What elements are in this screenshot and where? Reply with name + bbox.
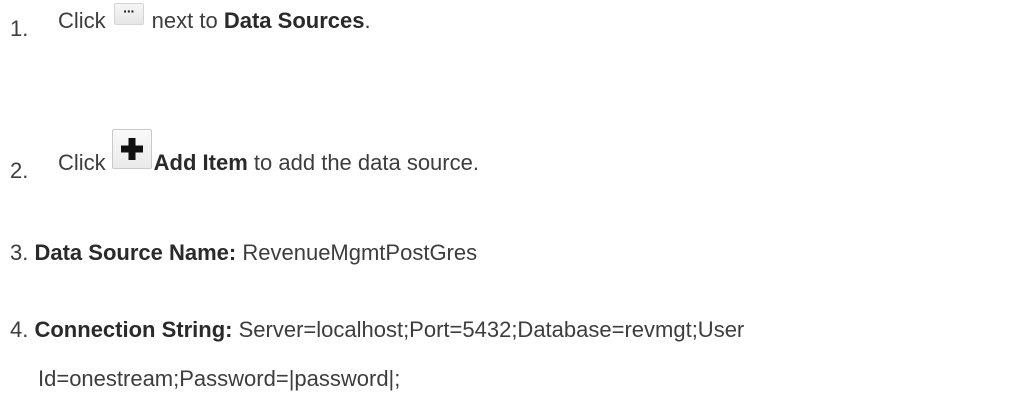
step-text: Click Add Item to add the data source.: [58, 129, 479, 190]
add-item-button[interactable]: [111, 129, 152, 169]
step-number: 4.: [10, 317, 29, 342]
ellipsis-button[interactable]: ···: [113, 3, 144, 25]
step-middle: next to: [151, 8, 218, 33]
step-text: Click ··· next to Data Sources.: [58, 3, 371, 34]
data-sources-label: Data Sources: [223, 8, 365, 33]
step-number: 1.: [10, 16, 29, 41]
step-number: 3.: [10, 240, 29, 265]
connection-string-value-line2: Id=onestream;Password=|password|;: [38, 366, 401, 391]
step-text: 4. Connection String: Server=localhost;P…: [10, 317, 744, 343]
step-prefix: Click: [58, 150, 106, 175]
add-item-label: Add Item: [153, 150, 248, 175]
step-text: 3. Data Source Name: RevenueMgmtPostGres: [10, 240, 477, 266]
step-prefix: Click: [58, 8, 106, 33]
step-suffix: .: [364, 8, 371, 33]
connection-string-value-line1: Server=localhost;Port=5432;Database=revm…: [238, 317, 745, 342]
step-number: 2.: [10, 158, 29, 183]
ellipsis-icon: ···: [123, 3, 135, 19]
connection-string-label: Connection String:: [34, 317, 233, 342]
step-suffix: to add the data source.: [253, 150, 479, 175]
data-source-name-label: Data Source Name:: [34, 240, 237, 265]
plus-icon: [120, 138, 143, 160]
data-source-name-value: RevenueMgmtPostGres: [242, 240, 478, 265]
